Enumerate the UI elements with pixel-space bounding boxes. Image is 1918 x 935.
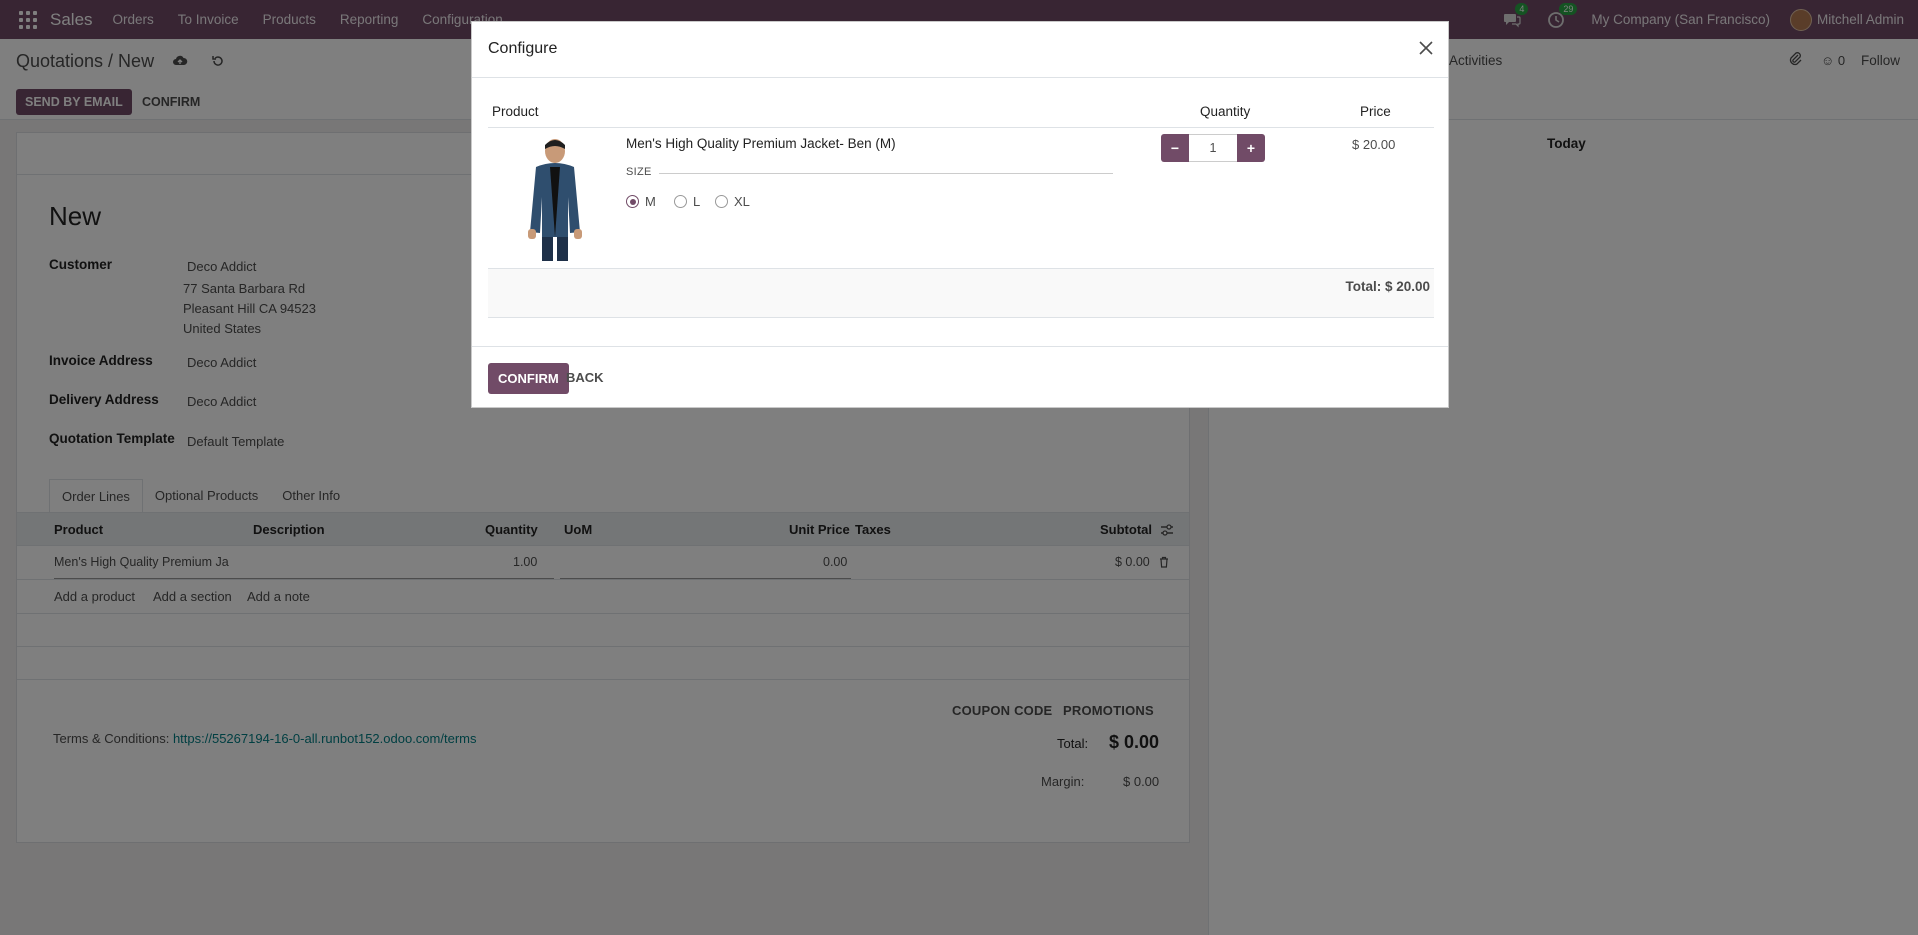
size-option-m[interactable]: M [626,194,656,209]
close-icon[interactable] [1416,38,1436,58]
product-image [514,137,596,264]
quantity-stepper: − + [1161,134,1265,162]
option-label: M [645,194,656,209]
configurator-total-row: Total: $ 20.00 [488,268,1434,318]
quantity-input[interactable] [1189,134,1237,162]
configurator-header: Product Quantity Price [488,98,1434,128]
confirm-button[interactable]: CONFIRM [488,363,569,394]
column-price: Price [1360,104,1391,119]
configured-product-name: Men's High Quality Premium Jacket- Ben (… [626,136,896,151]
minus-icon[interactable]: − [1161,134,1189,162]
plus-icon[interactable]: + [1237,134,1265,162]
configurator-total: Total: $ 20.00 [1345,279,1430,294]
attribute-divider [659,173,1113,174]
size-option-xl[interactable]: XL [715,194,750,209]
dialog-title: Configure [488,40,558,57]
radio-icon[interactable] [715,195,728,208]
dialog-footer: CONFIRM BACK [472,346,1448,409]
radio-checked-icon[interactable] [626,195,639,208]
radio-icon[interactable] [674,195,687,208]
size-option-l[interactable]: L [674,194,700,209]
column-quantity: Quantity [1200,104,1251,119]
attribute-label: SIZE [626,166,652,178]
back-button[interactable]: BACK [566,370,604,385]
option-label: L [693,194,701,209]
configure-dialog: Configure Product Quantity Price Men's H… [471,21,1449,408]
dialog-header: Configure [472,22,1448,78]
product-price: $ 20.00 [1352,137,1396,152]
option-label: XL [734,194,750,209]
column-product: Product [492,104,539,119]
